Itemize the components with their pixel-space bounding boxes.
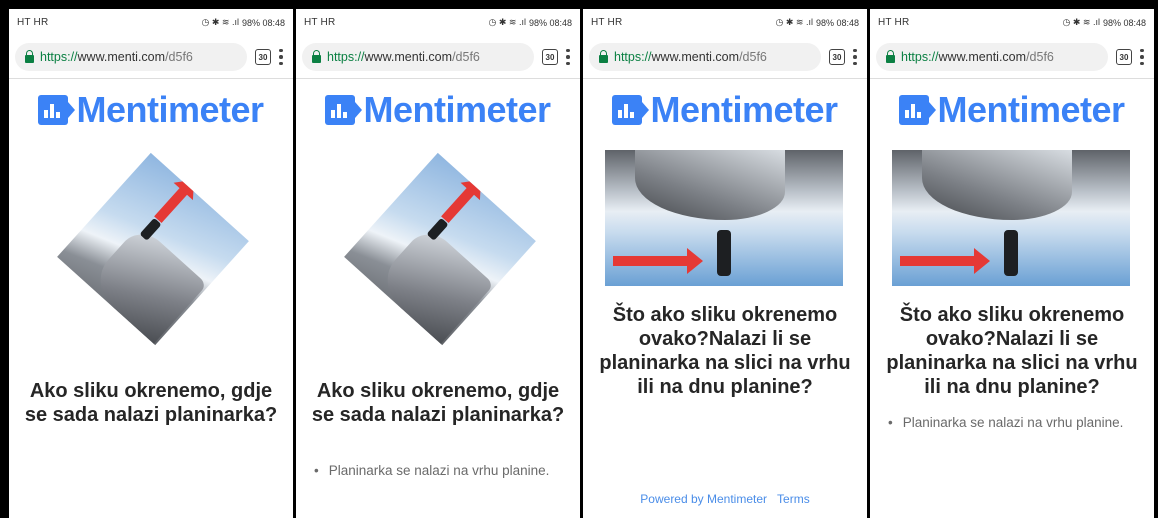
phone-screenshot-4: HT HR ◷ ✱ ≋ .ıl 98% 08:48 https://www.men… [870,9,1154,518]
status-bar: HT HR ◷ ✱ ≋ .ıl 98% 08:48 [870,9,1154,36]
status-bar: HT HR ◷ ✱ ≋ .ıl 98% 08:48 [583,9,867,36]
page-footer: Powered by Mentimeter Terms [583,492,867,506]
status-icons: ◷ ✱ ≋ .ıl 98% 08:48 [775,17,859,28]
rotated-hiker-image [57,152,249,346]
address-bar[interactable]: https://www.menti.com/d5f6 [589,43,821,71]
status-bar: HT HR ◷ ✱ ≋ .ıl 98% 08:48 [296,9,580,36]
carrier-label: HT HR [304,17,336,28]
status-icons: ◷ ✱ ≋ .ıl 98% 08:48 [1062,17,1146,28]
terms-link[interactable]: Terms [777,492,810,506]
carrier-label: HT HR [878,17,910,28]
browser-toolbar: https://www.menti.com/d5f6 30 [583,36,867,78]
browser-toolbar: https://www.menti.com/d5f6 30 [296,36,580,78]
address-bar[interactable]: https://www.menti.com/d5f6 [15,43,247,71]
logo-text: Mentimeter [76,89,264,130]
tab-count-icon[interactable]: 30 [542,49,558,65]
browser-toolbar: https://www.menti.com/d5f6 30 [870,36,1154,78]
lock-icon [599,49,608,63]
menu-kebab-icon[interactable] [1140,48,1144,66]
logo-text: Mentimeter [937,89,1125,130]
mentimeter-logo: Mentimeter [870,89,1154,131]
response-bullet: • Planinarka se nalazi na vrhu planine. [314,463,550,478]
address-bar[interactable]: https://www.menti.com/d5f6 [876,43,1108,71]
mentimeter-logo-icon [38,95,76,125]
browser-toolbar: https://www.menti.com/d5f6 30 [9,36,293,78]
mentimeter-logo: Mentimeter [9,89,293,131]
carrier-label: HT HR [17,17,49,28]
lock-icon [886,49,895,63]
menu-kebab-icon[interactable] [566,48,570,66]
upside-down-hiker-image [892,150,1130,286]
tab-count-icon[interactable]: 30 [1116,49,1132,65]
powered-by-link[interactable]: Powered by Mentimeter [640,492,767,506]
status-icons: ◷ ✱ ≋ .ıl 98% 08:48 [201,17,285,28]
tab-count-icon[interactable]: 30 [255,49,271,65]
status-icons: ◷ ✱ ≋ .ıl 98% 08:48 [488,17,572,28]
phone-screenshot-1: HT HR ◷ ✱ ≋ .ıl 98% 08:48 https://www.men… [9,9,293,518]
menu-kebab-icon[interactable] [853,48,857,66]
question-text: Ako sliku okrenemo, gdje se sada nalazi … [24,380,278,426]
phone-screenshot-3: HT HR ◷ ✱ ≋ .ıl 98% 08:48 https://www.men… [583,9,867,518]
question-text: Što ako sliku okrenemo ovako?Nalazi li s… [599,304,851,398]
mentimeter-logo: Mentimeter [583,89,867,131]
menu-kebab-icon[interactable] [279,48,283,66]
question-text: Što ako sliku okrenemo ovako?Nalazi li s… [886,304,1138,398]
phone-screenshot-2: HT HR ◷ ✱ ≋ .ıl 98% 08:48 https://www.men… [296,9,580,518]
mentimeter-logo: Mentimeter [296,89,580,131]
logo-text: Mentimeter [363,89,551,130]
logo-text: Mentimeter [650,89,838,130]
upside-down-hiker-image [605,150,843,286]
lock-icon [312,49,321,63]
mentimeter-logo-icon [612,95,650,125]
tab-count-icon[interactable]: 30 [829,49,845,65]
address-bar[interactable]: https://www.menti.com/d5f6 [302,43,534,71]
mentimeter-logo-icon [325,95,363,125]
lock-icon [25,49,34,63]
question-text: Ako sliku okrenemo, gdje se sada nalazi … [311,380,565,426]
mentimeter-logo-icon [899,95,937,125]
response-bullet: • Planinarka se nalazi na vrhu planine. [888,415,1124,430]
carrier-label: HT HR [591,17,623,28]
rotated-hiker-image [344,152,536,346]
status-bar: HT HR ◷ ✱ ≋ .ıl 98% 08:48 [9,9,293,36]
